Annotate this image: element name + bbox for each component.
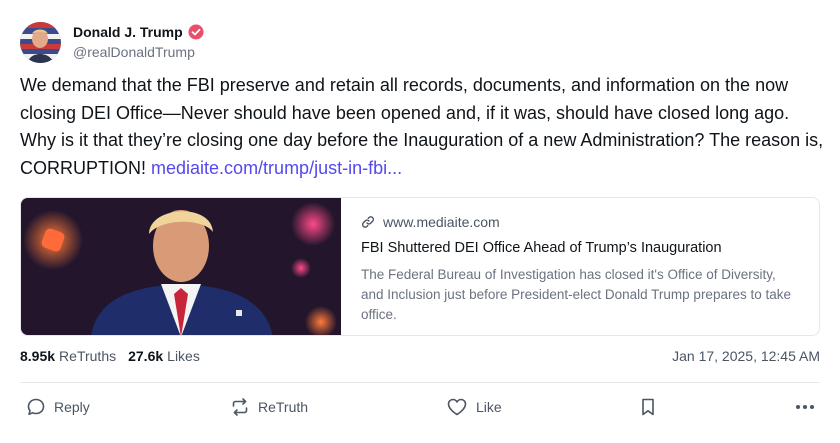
retruth-button[interactable]: ReTruth [230,394,308,420]
link-card-title[interactable]: FBI Shuttered DEI Office Ahead of Trump’… [361,240,803,256]
link-preview-card[interactable]: www.mediaite.com FBI Shuttered DEI Offic… [20,197,820,336]
verified-badge-icon [188,24,204,40]
post-link[interactable]: mediaite.com/trump/just-in-fbi... [151,158,402,178]
retruths-label: ReTruths [59,348,117,364]
author-name[interactable]: Donald J. Trump [73,23,183,41]
retruths-count: 8.95k [20,348,56,364]
reply-label: Reply [54,399,90,415]
divider [20,382,820,383]
post-text: We demand that the FBI preserve and reta… [20,72,825,182]
retruth-icon [230,397,250,417]
link-preview-image [21,198,341,335]
post-stats: 8.95k ReTruths 27.6k Likes Jan 17, 2025,… [20,346,820,366]
likes-count: 27.6k [128,348,164,364]
like-button[interactable]: Like [446,394,502,420]
likes-label: Likes [167,348,200,364]
post-timestamp[interactable]: Jan 17, 2025, 12:45 AM [672,348,820,364]
more-options-button[interactable] [794,394,816,420]
avatar[interactable] [20,21,61,63]
link-icon [361,215,375,229]
retruth-label: ReTruth [258,399,309,415]
action-bar: Reply ReTruth Like [20,394,820,420]
like-label: Like [476,399,502,415]
bookmark-icon [638,397,658,417]
likes-stat[interactable]: 27.6k Likes [128,348,200,364]
link-card-description: The Federal Bureau of Investigation has … [361,267,791,322]
more-icon [794,397,816,417]
link-card-domain: www.mediaite.com [383,214,500,230]
reply-button[interactable]: Reply [26,394,90,420]
reply-icon [26,397,46,417]
post-body: We demand that the FBI preserve and reta… [20,75,824,178]
post-header: Donald J. Trump @realDonaldTrump [20,20,204,64]
bookmark-button[interactable] [638,394,658,420]
author-handle[interactable]: @realDonaldTrump [73,43,204,61]
like-icon [446,397,468,417]
retruths-stat[interactable]: 8.95k ReTruths [20,348,116,364]
